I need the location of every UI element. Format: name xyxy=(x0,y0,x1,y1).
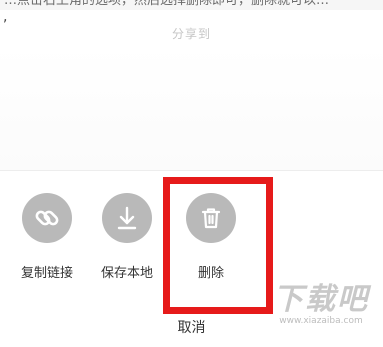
copy-link-button[interactable]: 复制链接 xyxy=(12,193,82,281)
trailing-punctuation: , xyxy=(3,9,8,25)
watermark-logo-text: 下载吧 xyxy=(273,282,369,317)
watermark: 下载吧 www.xiazaiba.com xyxy=(262,282,380,327)
delete-highlight-box xyxy=(163,177,273,314)
download-icon xyxy=(117,206,137,230)
instruction-caption: …点击右上角的选项，然后选择删除即可，删除就可以… xyxy=(4,0,330,8)
link-icon xyxy=(35,210,59,226)
copy-link-label: 复制链接 xyxy=(20,266,73,281)
copy-link-icon-circle xyxy=(22,193,72,243)
save-local-label: 保存本地 xyxy=(100,266,153,281)
cropped-caption-strip: …点击右上角的选项，然后选择删除即可，删除就可以… xyxy=(0,0,383,10)
share-sheet-header-area xyxy=(0,45,383,170)
share-sheet-title: 分享到 xyxy=(171,27,211,41)
share-sheet-divider xyxy=(0,170,383,171)
save-local-icon-circle xyxy=(102,193,152,243)
watermark-url: www.xiazaiba.com xyxy=(279,316,363,326)
save-local-button[interactable]: 保存本地 xyxy=(92,193,162,281)
